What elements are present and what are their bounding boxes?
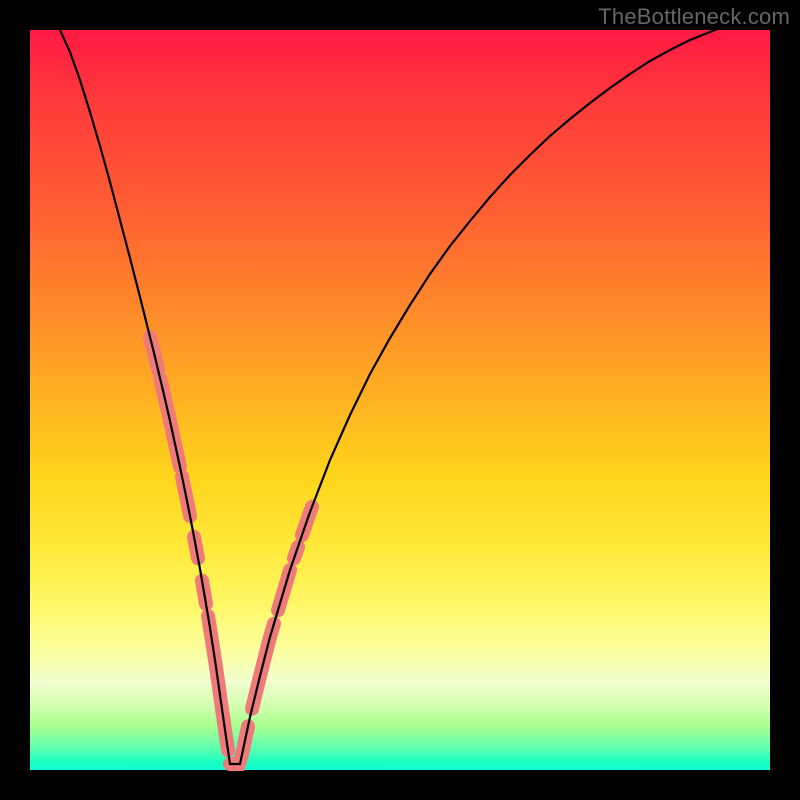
- plot-area: [30, 30, 770, 770]
- bead-group: [150, 337, 312, 764]
- watermark-text: TheBottleneck.com: [598, 4, 790, 30]
- chart-frame: TheBottleneck.com: [0, 0, 800, 800]
- curve-layer: [30, 30, 770, 770]
